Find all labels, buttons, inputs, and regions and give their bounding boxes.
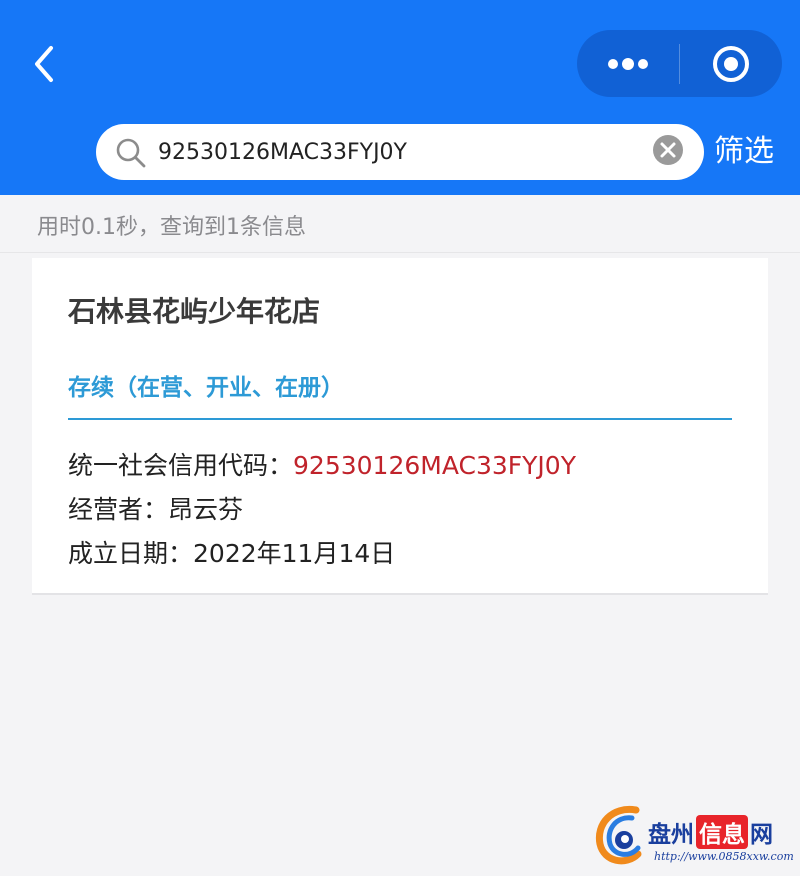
close-mini-program-button[interactable]: [680, 30, 782, 97]
mini-program-capsule: [577, 30, 782, 97]
established-date-row: 成立日期：2022年11月14日: [68, 534, 395, 570]
search-icon: [116, 138, 146, 168]
company-name[interactable]: 石林县花屿少年花店: [68, 290, 320, 330]
watermark-title-part2: 信息: [696, 815, 748, 849]
more-button[interactable]: [577, 30, 679, 97]
established-date-value: 2022年11月14日: [193, 539, 396, 568]
watermark-url: http://www.0858xxw.com: [654, 850, 794, 863]
operator-label: 经营者：: [68, 495, 169, 524]
credit-code-label: 统一社会信用代码：: [68, 451, 294, 480]
target-circle-icon: [713, 45, 749, 82]
watermark-title: 盘州 信息网: [648, 815, 773, 849]
credit-code-value: 92530126MAC33FYJ0Y: [293, 451, 576, 480]
app-page: 筛选 用时0.1秒，查询到1条信息 石林县花屿少年花店 存续（在营、开业、在册）…: [0, 0, 800, 876]
credit-code-row: 统一社会信用代码：92530126MAC33FYJ0Y: [68, 446, 576, 482]
search-box[interactable]: [96, 124, 704, 180]
site-watermark: 盘州 信息网 http://www.0858xxw.com: [592, 802, 794, 870]
established-date-label: 成立日期：: [68, 539, 194, 568]
watermark-title-part1: 盘州: [648, 822, 694, 848]
operator-value: 昂云芬: [168, 495, 244, 524]
back-button[interactable]: [22, 38, 66, 90]
search-input[interactable]: [158, 132, 678, 172]
filter-button[interactable]: 筛选: [714, 130, 774, 174]
status-label: 存续（在营、开业、在册）: [68, 375, 344, 401]
status-divider: [68, 418, 732, 420]
company-result-card[interactable]: 石林县花屿少年花店 存续（在营、开业、在册） 统一社会信用代码：92530126…: [32, 258, 768, 595]
clear-x-icon[interactable]: [651, 133, 685, 167]
top-bar: 筛选: [0, 0, 800, 195]
watermark-title-part3: 网: [750, 822, 773, 848]
watermark-logo-icon: [595, 805, 642, 865]
result-summary-text: 用时0.1秒，查询到1条信息: [37, 215, 306, 240]
result-summary-bar: 用时0.1秒，查询到1条信息: [0, 195, 800, 253]
more-dots-icon: [608, 57, 648, 70]
chevron-left-icon: [35, 46, 53, 82]
operator-row: 经营者：昂云芬: [68, 490, 243, 526]
